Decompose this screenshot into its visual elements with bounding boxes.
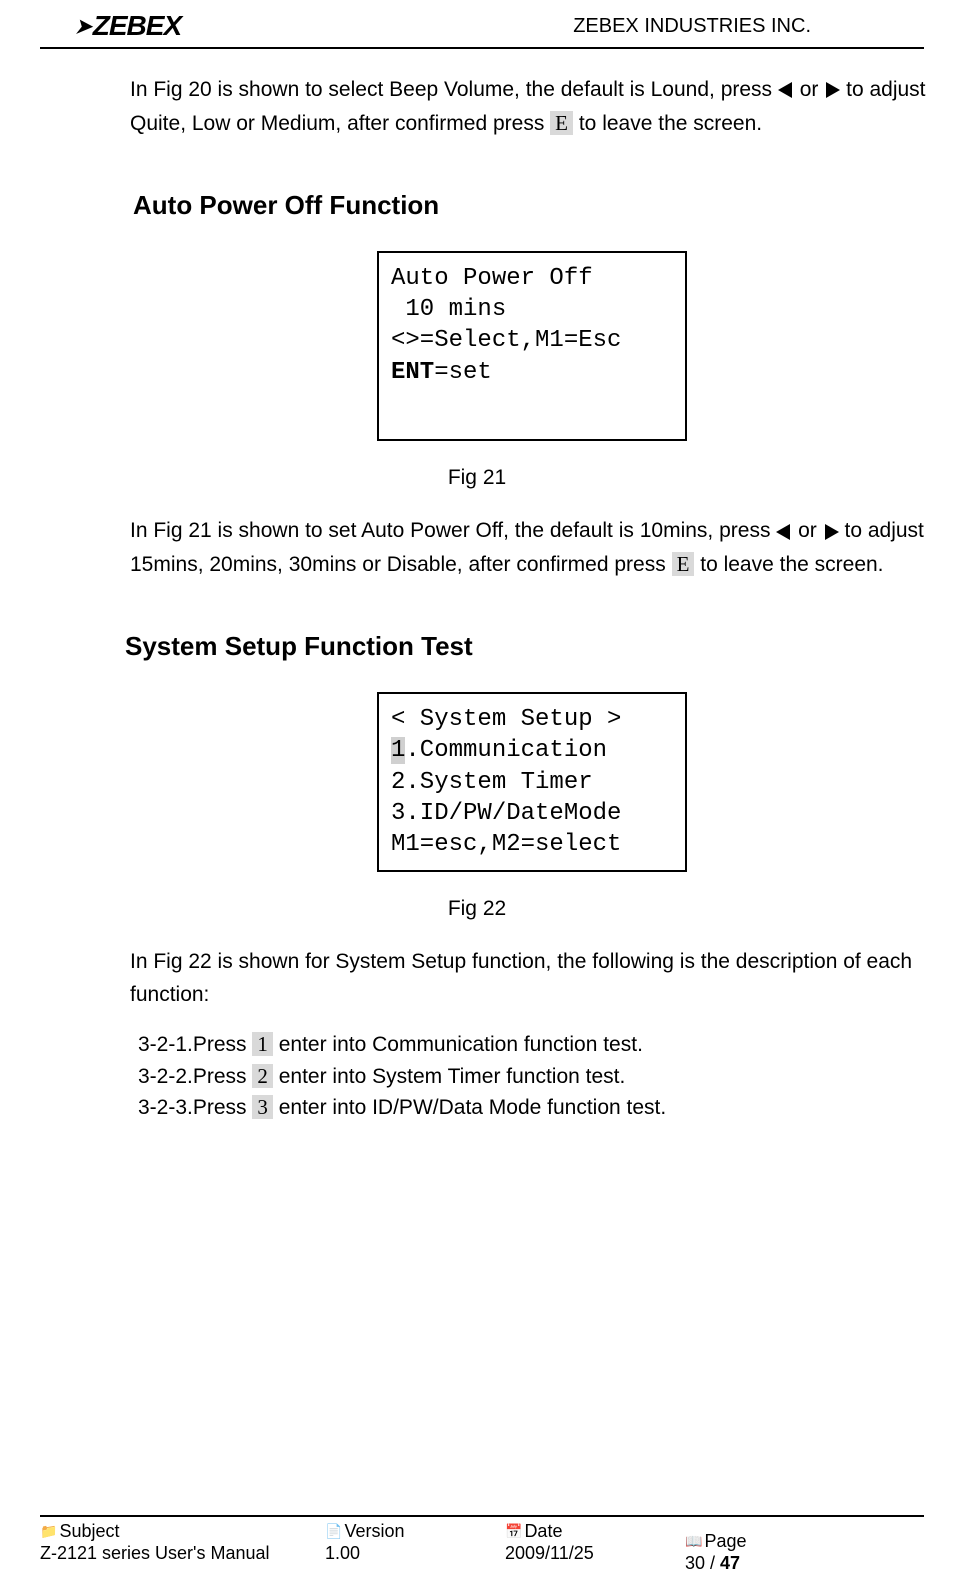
text: In Fig 21 is shown to set Auto Power Off… — [130, 519, 776, 542]
intro-paragraph: In Fig 20 is shown to select Beep Volume… — [130, 74, 934, 140]
caption-fig22: Fig 22 — [20, 897, 934, 921]
section-title-system-setup: System Setup Function Test — [125, 631, 934, 662]
key-e: E — [550, 111, 573, 135]
text: enter into ID/PW/Data Mode function test… — [273, 1096, 666, 1119]
list-item-2: 3-2-2.Press 2 enter into System Timer fu… — [138, 1061, 934, 1093]
text: 3-2-2.Press — [138, 1065, 252, 1088]
footer-date: 📅 Date 2009/11/25 — [505, 1521, 685, 1584]
section1-paragraph: In Fig 21 is shown to set Auto Power Off… — [130, 515, 934, 581]
value: 1.00 — [325, 1543, 505, 1564]
screen-line: ENT=set — [391, 357, 673, 388]
page-header: ➤ ZEBEX ZEBEX INDUSTRIES INC. — [40, 10, 924, 49]
section2-paragraph: In Fig 22 is shown for System Setup func… — [130, 946, 934, 1011]
triangle-left-icon — [776, 524, 790, 540]
footer-page: 📖 Page 30 / 47 — [685, 1521, 924, 1584]
footer-version: 📄 Version 1.00 — [325, 1521, 505, 1584]
book-icon: 📖 — [685, 1533, 702, 1550]
list-item-3: 3-2-3.Press 3 enter into ID/PW/Data Mode… — [138, 1092, 934, 1124]
section-title-auto-power: Auto Power Off Function — [133, 190, 934, 221]
screen-line: <>=Select,M1=Esc — [391, 325, 673, 356]
logo: ➤ ZEBEX — [75, 10, 181, 42]
label: Page — [704, 1531, 746, 1552]
triangle-left-icon — [778, 82, 792, 98]
key-e: E — [672, 552, 695, 576]
label: Subject — [59, 1521, 119, 1542]
text: In Fig 20 is shown to select Beep Volume… — [130, 78, 778, 101]
text: In Fig 22 is shown for System Setup func… — [130, 950, 551, 973]
text: to leave the screen. — [579, 112, 762, 135]
company-name: ZEBEX INDUSTRIES INC. — [573, 15, 811, 38]
text-or: or — [800, 78, 819, 101]
text-or: or — [798, 519, 817, 542]
logo-arrows-icon: ➤ — [75, 14, 91, 39]
screen-line: 10 mins — [391, 294, 673, 325]
page-footer: 📁 Subject Z-2121 series User's Manual 📄 … — [40, 1515, 924, 1584]
label: Version — [344, 1521, 404, 1542]
caption-fig21: Fig 21 — [20, 466, 934, 490]
text: 3-2-3.Press — [138, 1096, 252, 1119]
triangle-right-icon — [825, 524, 839, 540]
value: 30 / 47 — [685, 1553, 924, 1574]
text: enter into Communication function test. — [273, 1033, 643, 1056]
key-1: 1 — [252, 1032, 273, 1056]
screen-line: M1=esc,M2=select — [391, 829, 673, 860]
text: 3-2-1.Press — [138, 1033, 252, 1056]
screen-line: < System Setup > — [391, 704, 673, 735]
screen-fig21: Auto Power Off 10 mins <>=Select,M1=Esc … — [377, 251, 687, 441]
label: Date — [524, 1521, 562, 1542]
calendar-icon: 📅 — [505, 1523, 522, 1540]
screen-line: 2.System Timer — [391, 767, 673, 798]
footer-subject: 📁 Subject Z-2121 series User's Manual — [40, 1521, 325, 1584]
document-icon: 📄 — [325, 1523, 342, 1540]
text: to leave the screen. — [700, 553, 883, 576]
screen-line: 3.ID/PW/DateMode — [391, 798, 673, 829]
screen-line: 1.Communication — [391, 735, 673, 766]
text: enter into System Timer function test. — [273, 1065, 625, 1088]
triangle-right-icon — [826, 82, 840, 98]
value: Z-2121 series User's Manual — [40, 1543, 325, 1564]
list-item-1: 3-2-1.Press 1 enter into Communication f… — [138, 1029, 934, 1061]
value: 2009/11/25 — [505, 1543, 685, 1564]
key-2: 2 — [252, 1064, 273, 1088]
screen-fig22: < System Setup > 1.Communication 2.Syste… — [377, 692, 687, 872]
screen-line: Auto Power Off — [391, 263, 673, 294]
key-3: 3 — [252, 1095, 273, 1119]
folder-icon: 📁 — [40, 1523, 57, 1540]
content-area: In Fig 20 is shown to select Beep Volume… — [0, 49, 964, 1124]
logo-text: ZEBEX — [93, 10, 181, 42]
